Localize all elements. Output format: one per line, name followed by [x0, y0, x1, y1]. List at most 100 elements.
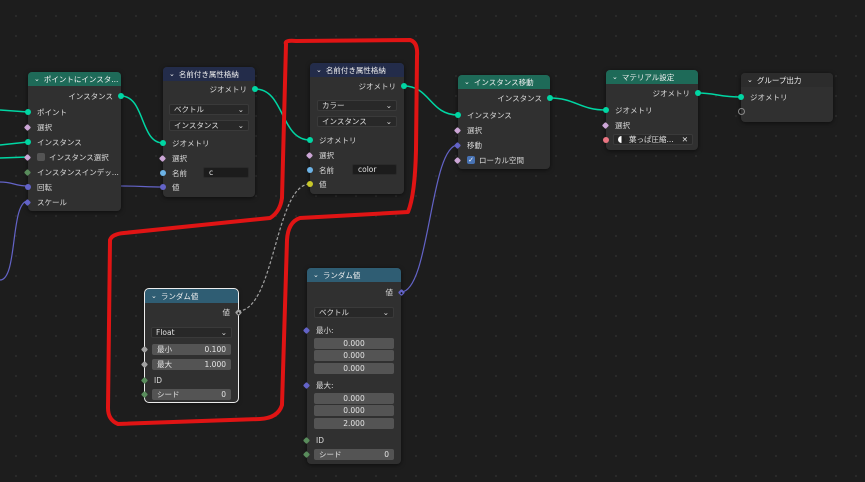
- collapse-chevron-icon[interactable]: ⌄: [151, 292, 157, 300]
- domain-dropdown[interactable]: インスタンス ⌄: [317, 116, 397, 127]
- node-header[interactable]: ⌄ ランダム値: [145, 289, 238, 303]
- collapse-chevron-icon[interactable]: ⌄: [313, 271, 319, 279]
- input-row-rotation: 回転: [25, 181, 121, 193]
- seed-field[interactable]: シード 0: [152, 389, 231, 400]
- instances-input-socket[interactable]: [455, 112, 461, 118]
- node-header[interactable]: ⌄ インスタンス移動: [458, 75, 550, 89]
- geometry-output-socket[interactable]: [401, 83, 407, 89]
- collapse-chevron-icon[interactable]: ⌄: [464, 78, 470, 86]
- node-header[interactable]: ⌄ グループ出力: [741, 73, 833, 87]
- input-row-instances: インスタンス: [455, 109, 550, 121]
- max-z-field[interactable]: 2.000: [314, 418, 394, 429]
- close-icon[interactable]: ✕: [682, 135, 688, 144]
- input-label: インスタンスインデッ...: [37, 167, 119, 177]
- instance-input-socket[interactable]: [25, 139, 31, 145]
- input-label: ジオメトリ: [615, 105, 653, 115]
- max-x-field[interactable]: 0.000: [314, 393, 394, 404]
- instance-on-points-node[interactable]: ⌄ ポイントにインスタ... インスタンス ポイント 選択 インスタンス インスタ…: [23, 72, 124, 211]
- input-label: 選択: [319, 150, 334, 160]
- max-field[interactable]: 最大 1.000: [152, 359, 231, 370]
- geometry-input-socket[interactable]: [307, 137, 313, 143]
- dropdown-value: インスタンス: [174, 121, 219, 130]
- data-type-dropdown[interactable]: ベクトル ⌄: [314, 307, 394, 318]
- store-named-attribute-node-2[interactable]: ⌄ 名前付き属性格納 ジオメトリ カラー ⌄ インスタンス ⌄ ジオメトリ 選択 名前…: [305, 63, 407, 194]
- min-x-field[interactable]: 0.000: [314, 338, 394, 349]
- id-input-socket[interactable]: [140, 376, 149, 384]
- translation-input-socket[interactable]: [453, 141, 462, 149]
- selection-input-socket[interactable]: [158, 154, 167, 162]
- max-input-socket[interactable]: [302, 381, 311, 389]
- output-row: 値: [145, 306, 243, 318]
- material-name: 葉っぱ圧縮...: [629, 135, 674, 144]
- instances-output-socket[interactable]: [118, 93, 124, 99]
- instances-output-socket[interactable]: [547, 95, 553, 101]
- id-input-socket[interactable]: [302, 436, 311, 444]
- node-title: ランダム値: [160, 291, 199, 301]
- max-y-field[interactable]: 0.000: [314, 405, 394, 416]
- min-field[interactable]: 最小 0.100: [152, 344, 231, 355]
- selection-input-socket[interactable]: [305, 151, 314, 159]
- node-header[interactable]: ⌄ マテリアル設定: [606, 70, 698, 84]
- chevron-down-icon: ⌄: [385, 101, 392, 110]
- input-row-selection: 選択: [453, 124, 550, 136]
- translate-instances-node[interactable]: ⌄ インスタンス移動 インスタンス インスタンス 選択 移動 ✓ ローカル空間: [453, 75, 553, 169]
- input-label: 最大:: [316, 380, 334, 390]
- group-output-node[interactable]: ⌄ グループ出力 ジオメトリ: [738, 73, 833, 122]
- random-value-node-2[interactable]: ⌄ ランダム値 値 ベクトル ⌄ 最小: 0.000 0.000 0.000 最大:…: [302, 268, 406, 464]
- input-row-min: 最小:: [302, 324, 401, 336]
- min-input-socket[interactable]: [302, 326, 311, 334]
- data-type-dropdown[interactable]: カラー ⌄: [317, 100, 397, 111]
- input-row-geometry: ジオメトリ: [603, 104, 698, 116]
- scale-input-socket[interactable]: [23, 198, 32, 206]
- points-input-socket[interactable]: [25, 109, 31, 115]
- collapse-chevron-icon[interactable]: ⌄: [612, 73, 618, 81]
- color-value-input-socket[interactable]: [307, 181, 313, 187]
- empty-input-socket[interactable]: [738, 108, 745, 115]
- node-header[interactable]: ⌄ 名前付き属性格納: [163, 67, 255, 81]
- geometry-output-socket[interactable]: [695, 90, 701, 96]
- name-input-socket[interactable]: [307, 167, 313, 173]
- name-text-field[interactable]: c: [203, 167, 249, 178]
- node-title: マテリアル設定: [621, 72, 675, 82]
- node-editor-canvas[interactable]: [0, 0, 865, 482]
- node-title: ポイントにインスタ...: [43, 74, 119, 84]
- geometry-input-socket[interactable]: [160, 140, 166, 146]
- node-header[interactable]: ⌄ 名前付き属性格納: [310, 63, 404, 77]
- local-space-checkbox[interactable]: ✓: [467, 156, 475, 164]
- selection-input-socket[interactable]: [453, 126, 462, 134]
- node-header[interactable]: ⌄ ランダム値: [307, 268, 401, 282]
- random-value-node-1[interactable]: ⌄ ランダム値 値 Float ⌄ 最小 0.100 最大 1.000 ID シード 0: [140, 288, 243, 403]
- geometry-output-socket[interactable]: [252, 86, 258, 92]
- material-selector[interactable]: 葉っぱ圧縮... ✕: [613, 134, 693, 145]
- min-z-field[interactable]: 0.000: [314, 363, 394, 374]
- material-input-socket[interactable]: [603, 137, 609, 143]
- instance-select-socket[interactable]: [23, 153, 32, 161]
- collapse-chevron-icon[interactable]: ⌄: [34, 75, 40, 83]
- input-row-selection: 選択: [305, 149, 404, 161]
- output-row: 値: [307, 286, 406, 298]
- min-y-field[interactable]: 0.000: [314, 350, 394, 361]
- collapse-chevron-icon[interactable]: ⌄: [316, 66, 322, 74]
- geometry-input-socket[interactable]: [738, 94, 744, 100]
- collapse-chevron-icon[interactable]: ⌄: [747, 76, 753, 84]
- seed-field[interactable]: シード 0: [314, 449, 394, 460]
- value-input-socket[interactable]: [160, 184, 166, 190]
- selection-input-socket[interactable]: [601, 121, 610, 129]
- name-text-field[interactable]: color: [352, 164, 397, 175]
- rotation-input-socket[interactable]: [25, 184, 31, 190]
- set-material-node[interactable]: ⌄ マテリアル設定 ジオメトリ ジオメトリ 選択 葉っぱ圧縮... ✕: [601, 70, 701, 150]
- selection-input-socket[interactable]: [23, 123, 32, 131]
- instance-index-socket[interactable]: [23, 168, 32, 176]
- store-named-attribute-node-1[interactable]: ⌄ 名前付き属性格納 ジオメトリ ベクトル ⌄ インスタンス ⌄ ジオメトリ 選択 名…: [158, 67, 258, 197]
- data-type-dropdown[interactable]: ベクトル ⌄: [169, 104, 249, 115]
- local-space-socket[interactable]: [453, 156, 462, 164]
- data-type-dropdown[interactable]: Float ⌄: [151, 327, 232, 338]
- node-header[interactable]: ⌄ ポイントにインスタ...: [28, 72, 121, 86]
- name-input-socket[interactable]: [160, 170, 166, 176]
- domain-dropdown[interactable]: インスタンス ⌄: [169, 120, 249, 131]
- instance-select-checkbox[interactable]: [37, 153, 45, 161]
- chevron-down-icon: ⌄: [382, 308, 389, 317]
- geometry-input-socket[interactable]: [603, 107, 609, 113]
- input-label: 回転: [37, 182, 52, 192]
- collapse-chevron-icon[interactable]: ⌄: [169, 70, 175, 78]
